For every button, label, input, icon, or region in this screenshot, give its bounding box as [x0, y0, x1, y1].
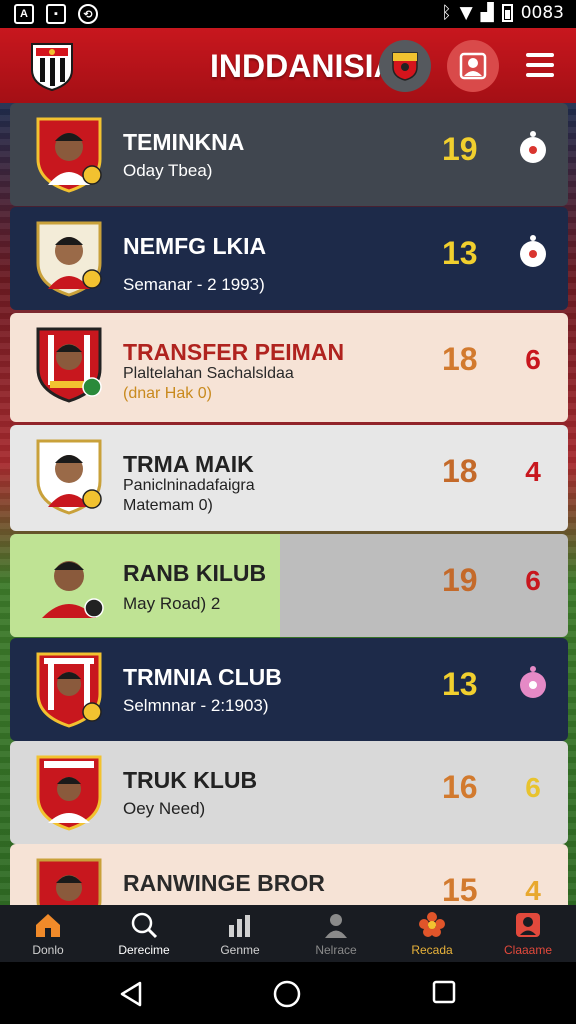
item-subtitle: Selmnnar - 2:1903): [123, 696, 269, 715]
item-subtitle: Oey Need): [123, 799, 206, 818]
item-subtitle-secondary: (dnar Hak 0): [123, 385, 212, 402]
app-title: INDDANISIA: [210, 48, 397, 84]
nav-item-flower[interactable]: Recada: [384, 905, 480, 962]
flag-emblem-icon: [392, 52, 418, 81]
player-avatar: [36, 755, 102, 831]
profile-button[interactable]: [447, 40, 499, 92]
item-subtitle: Oday Tbea): [123, 161, 213, 180]
item-subtitle: Semanar - 2 1993): [123, 275, 265, 294]
flower-icon: [419, 912, 445, 937]
nav-item-person[interactable]: Nelrace: [288, 905, 384, 962]
item-number: 18: [442, 341, 478, 377]
person-icon: [325, 914, 347, 938]
image-notification-icon: ▪: [46, 4, 66, 24]
item-title: TEMINKNA: [123, 129, 245, 155]
battery-icon: [501, 4, 513, 22]
bottom-navigation: Donlo Derecime Genme Nelrace Recada Claa…: [0, 905, 576, 962]
item-number: 19: [442, 131, 478, 167]
item-number: 19: [442, 562, 478, 598]
list-item[interactable]: TRUK KLUB Oey Need) 16 6: [10, 741, 568, 844]
player-avatar: [36, 117, 102, 193]
player-avatar: [36, 221, 102, 297]
item-indicator: 4: [525, 875, 541, 905]
item-title: RANB KILUB: [123, 560, 267, 586]
list-item[interactable]: TRMA MAIK Paniclninadafaigra Matemam 0) …: [10, 425, 568, 531]
status-bar: A ▪ ⟲ ᛒ ▼ ▟ 0083: [0, 0, 576, 28]
home-icon: [36, 914, 60, 937]
nav-label: Claaame: [503, 943, 553, 957]
player-avatar: [36, 439, 102, 515]
item-title: TRUK KLUB: [123, 767, 258, 793]
status-ring-icon: [518, 131, 548, 165]
player-avatar: [36, 858, 102, 905]
item-subtitle-secondary: Matemam 0): [123, 497, 213, 514]
list-item[interactable]: RANB KILUB May Road) 2 19 6: [10, 534, 568, 637]
item-title: TRMNIA CLUB: [123, 664, 282, 690]
list-item[interactable]: NEMFG LKIA Semanar - 2 1993) 13: [10, 207, 568, 310]
app-header: INDDANISIA: [0, 28, 576, 103]
search-icon: [131, 912, 158, 939]
item-number: 15: [442, 872, 478, 905]
item-indicator: 6: [525, 772, 541, 803]
nav-label: Donlo: [32, 943, 64, 957]
player-avatar: [36, 652, 102, 728]
flag-button[interactable]: [379, 40, 431, 92]
back-icon[interactable]: [118, 980, 144, 1008]
wifi-icon: ▼: [459, 3, 473, 23]
list-item[interactable]: TEMINKNA Oday Tbea) 19: [10, 103, 568, 206]
nav-label: Genme: [220, 943, 260, 957]
list-item[interactable]: TRANSFER PEIMAN Plaltelahan Sachalsldaa …: [10, 313, 568, 422]
item-title: RANWINGE BROR: [123, 870, 325, 896]
item-number: 16: [442, 769, 478, 805]
club-list: TEMINKNA Oday Tbea) 19 NEMFG LKIA Semana…: [0, 103, 576, 905]
nav-item-search[interactable]: Derecime: [96, 905, 192, 962]
recents-icon[interactable]: [432, 980, 456, 1004]
item-title: TRMA MAIK: [123, 451, 254, 477]
item-title: NEMFG LKIA: [123, 233, 267, 259]
item-indicator: 6: [525, 565, 541, 596]
nav-label: Nelrace: [315, 943, 357, 957]
status-ring-icon: [518, 235, 548, 269]
sync-icon: ⟲: [78, 4, 98, 24]
status-ring-icon: [518, 666, 548, 700]
stats-icon: [229, 915, 250, 937]
item-number: 13: [442, 666, 478, 702]
item-title: TRANSFER PEIMAN: [123, 339, 345, 365]
profile-icon: [459, 52, 487, 80]
home-button-icon[interactable]: [273, 980, 301, 1008]
item-number: 13: [442, 235, 478, 271]
profile-card-icon: [516, 913, 540, 937]
list-item[interactable]: TRMNIA CLUB Selmnnar - 2:1903) 13: [10, 638, 568, 741]
system-navigation-bar: [0, 962, 576, 1024]
item-subtitle: May Road) 2: [123, 594, 221, 613]
nav-item-profile-card[interactable]: Claaame: [480, 905, 576, 962]
menu-icon[interactable]: [526, 53, 554, 77]
item-subtitle: Plaltelahan Sachalsldaa: [123, 365, 294, 382]
bluetooth-icon: ᛒ: [441, 3, 452, 23]
nav-label: Derecime: [118, 943, 170, 957]
nav-label: Recada: [411, 943, 453, 957]
player-avatar: [42, 561, 104, 618]
club-logo-icon[interactable]: [28, 40, 76, 92]
item-subtitle: Paniclninadafaigra: [123, 477, 255, 494]
nav-item-home[interactable]: Donlo: [0, 905, 96, 962]
item-indicator: 4: [525, 456, 541, 487]
list-item[interactable]: RANWINGE BROR 15 4: [10, 844, 568, 905]
item-indicator: 6: [525, 344, 541, 375]
item-number: 18: [442, 453, 478, 489]
nav-item-stats[interactable]: Genme: [192, 905, 288, 962]
player-avatar: [36, 327, 102, 403]
signal-icon: ▟: [480, 3, 494, 23]
notification-a-icon: A: [14, 4, 34, 24]
status-time: 0083: [520, 3, 564, 23]
